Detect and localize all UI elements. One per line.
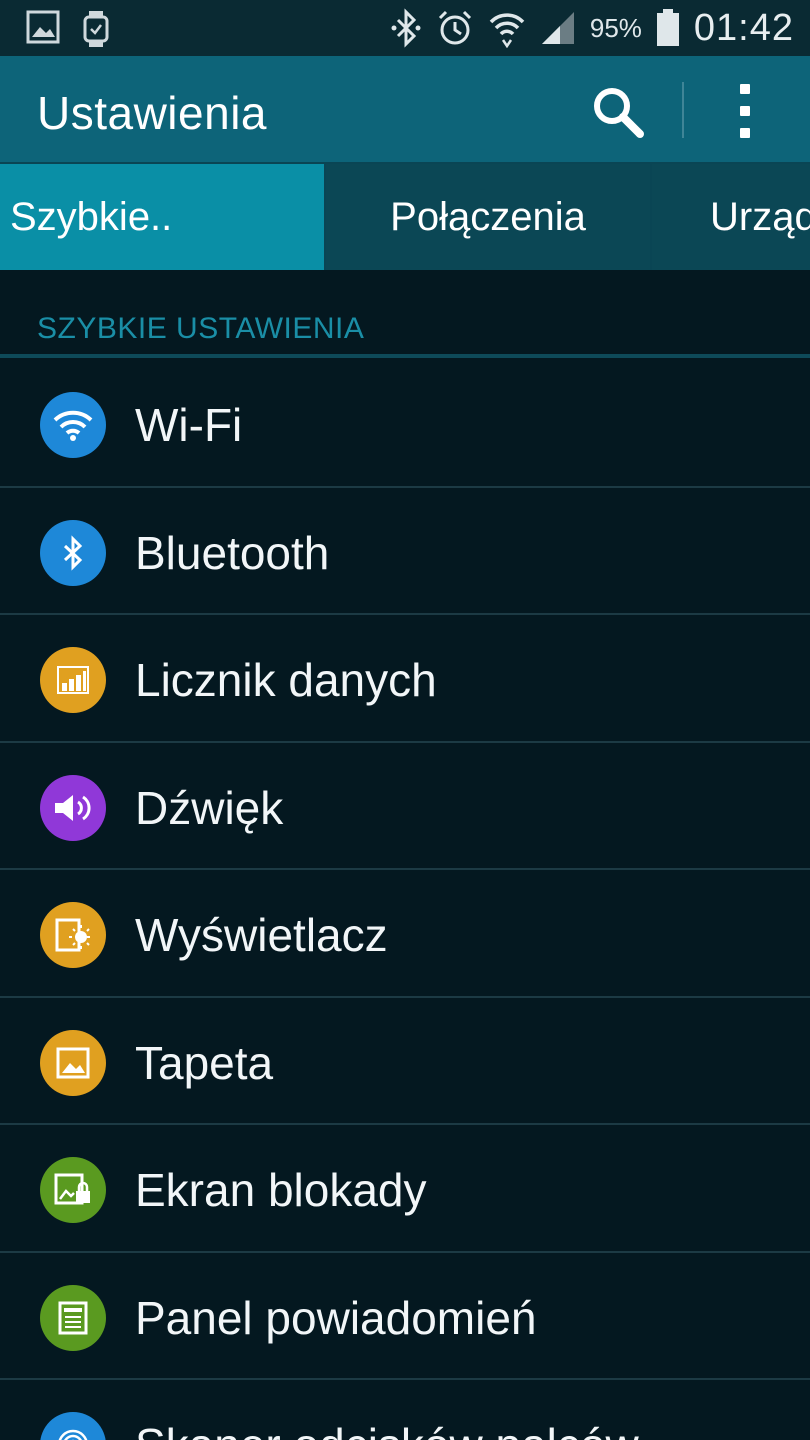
- action-bar: Ustawienia: [0, 56, 810, 162]
- list-item-label: Licznik danych: [135, 654, 437, 706]
- list-item-sound[interactable]: Dźwięk: [0, 742, 810, 870]
- search-icon: [588, 88, 648, 146]
- list-item-label: Wi-Fi: [135, 399, 243, 451]
- section-title: SZYBKIE USTAWIENIA: [37, 312, 365, 345]
- display-icon: [40, 902, 106, 968]
- battery-icon: [656, 9, 680, 47]
- wifi-icon: [40, 392, 106, 458]
- gallery-icon: [26, 10, 60, 48]
- sound-icon: [40, 774, 106, 841]
- list-item-wallpaper[interactable]: Tapeta: [0, 997, 810, 1125]
- list-item-wifi[interactable]: Wi-Fi: [0, 360, 810, 488]
- fingerprint-icon: [40, 1412, 106, 1440]
- status-bar: 95% 01:42: [0, 0, 810, 56]
- list-item-label: Wyświetlacz: [135, 909, 388, 961]
- page-title: Ustawienia: [37, 87, 267, 139]
- search-button[interactable]: [588, 82, 648, 142]
- battery-percent: 95%: [589, 12, 642, 43]
- wallpaper-icon: [40, 1029, 106, 1096]
- list-item-bluetooth[interactable]: Bluetooth: [0, 487, 810, 615]
- tab-bar: Szybkie.. Połączenia Urządzenie: [0, 162, 810, 270]
- wifi-icon: [488, 8, 526, 48]
- section-header: SZYBKIE USTAWIENIA: [0, 270, 810, 360]
- list-item-label: Skaner odcisków palców: [135, 1418, 639, 1440]
- list-item-label: Dźwięk: [135, 781, 284, 834]
- watch-icon: [82, 10, 110, 48]
- data-usage-icon: [40, 647, 106, 713]
- list-item-notification-panel[interactable]: Panel powiadomień: [0, 1252, 810, 1380]
- action-bar-divider: [682, 82, 684, 138]
- tab-connections[interactable]: Połączenia: [326, 164, 650, 270]
- clock: 01:42: [693, 6, 794, 49]
- list-item-display[interactable]: Wyświetlacz: [0, 870, 810, 998]
- overflow-menu-button[interactable]: [726, 80, 766, 142]
- bluetooth-icon: [40, 519, 106, 586]
- list-item-label: Panel powiadomień: [135, 1291, 537, 1344]
- alarm-icon: [436, 9, 474, 47]
- notification-panel-icon: [40, 1284, 106, 1351]
- section-divider: [0, 354, 810, 358]
- list-item-lock-screen[interactable]: Ekran blokady: [0, 1125, 810, 1253]
- list-item-label: Ekran blokady: [135, 1164, 427, 1216]
- settings-list: Wi-Fi Bluetooth Licznik danych Dźwięk Wy…: [0, 360, 810, 1440]
- list-item-fingerprint-scanner[interactable]: Skaner odcisków palców: [0, 1380, 810, 1440]
- lock-screen-icon: [40, 1157, 106, 1223]
- tab-device[interactable]: Urządzenie: [652, 164, 810, 270]
- signal-icon: [540, 10, 576, 46]
- tab-quick-settings[interactable]: Szybkie..: [0, 164, 324, 270]
- bluetooth-icon: [390, 8, 422, 48]
- list-item-label: Tapeta: [135, 1036, 274, 1089]
- list-item-label: Bluetooth: [135, 526, 330, 579]
- list-item-data-usage[interactable]: Licznik danych: [0, 615, 810, 743]
